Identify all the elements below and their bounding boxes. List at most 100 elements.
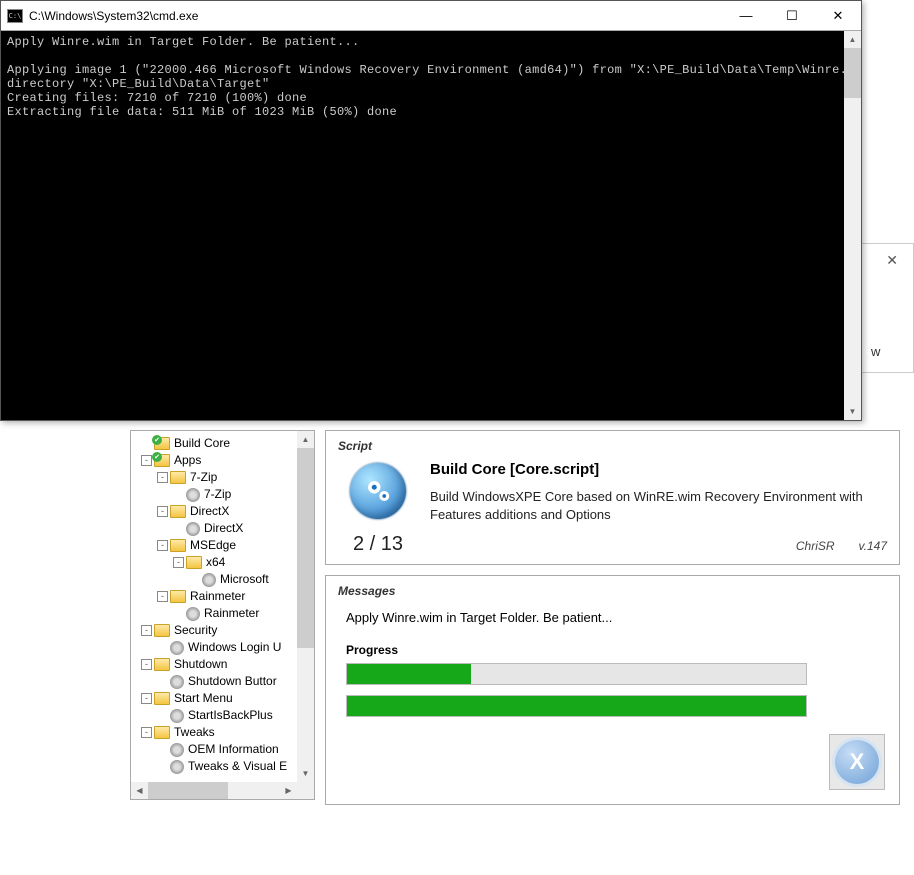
cmd-window: C:\ C:\Windows\System32\cmd.exe — ☐ ✕ Ap… [0, 0, 862, 421]
script-title: Build Core [Core.script] [430, 461, 887, 478]
tree-vscrollbar[interactable]: ▲ ▼ [297, 431, 314, 782]
tree-item[interactable]: -DirectX [133, 503, 312, 520]
folder-icon [154, 692, 170, 705]
tree-label: DirectX [204, 520, 243, 537]
scroll-up-icon[interactable]: ▲ [844, 31, 861, 48]
folder-icon [186, 556, 202, 569]
tree-label: Tweaks & Visual E [188, 758, 287, 775]
script-version: v.147 [859, 539, 887, 553]
tree-toggle[interactable]: - [157, 506, 168, 517]
scroll-thumb[interactable] [844, 48, 861, 98]
progress-label: Progress [346, 643, 887, 657]
tree-item[interactable]: - Security [133, 622, 312, 639]
builder-area: Build Core-Apps-7-Zip7-Zip-DirectXDirect… [130, 430, 900, 805]
gear-icon [170, 743, 184, 757]
folder-icon [170, 505, 186, 518]
tree-label: Windows Login U [188, 639, 281, 656]
background-window: ✕ w [860, 243, 914, 373]
terminal-icon: C:\ [7, 9, 23, 23]
tree-label: Start Menu [174, 690, 233, 707]
tree-label: Security [174, 622, 217, 639]
scroll-up-icon[interactable]: ▲ [297, 431, 314, 448]
scroll-right-icon[interactable]: ▶ [280, 782, 297, 799]
tree-toggle[interactable]: - [141, 659, 152, 670]
scroll-down-icon[interactable]: ▼ [844, 403, 861, 420]
tree-item[interactable]: 7-Zip [133, 486, 312, 503]
scroll-thumb[interactable] [297, 448, 314, 648]
cmd-title: C:\Windows\System32\cmd.exe [29, 9, 723, 23]
tree-label: Microsoft [220, 571, 269, 588]
tree-toggle[interactable]: - [141, 625, 152, 636]
gear-icon [186, 522, 200, 536]
tree-item[interactable]: - MSEdge [133, 537, 312, 554]
scroll-down-icon[interactable]: ▼ [297, 765, 314, 782]
tree-item[interactable]: -7-Zip [133, 469, 312, 486]
tree-label: Build Core [174, 435, 230, 452]
script-author: ChriSR [796, 539, 835, 553]
tree-item[interactable]: DirectX [133, 520, 312, 537]
folder-icon [170, 471, 186, 484]
tree-toggle[interactable]: - [157, 540, 168, 551]
tree-toggle[interactable]: - [157, 472, 168, 483]
cmd-titlebar[interactable]: C:\ C:\Windows\System32\cmd.exe — ☐ ✕ [1, 1, 861, 31]
bg-letter: w [871, 344, 880, 359]
tree-content[interactable]: Build Core-Apps-7-Zip7-Zip-DirectXDirect… [131, 431, 314, 799]
tree-item[interactable]: Tweaks & Visual E [133, 758, 312, 775]
messages-section-label: Messages [338, 584, 887, 598]
x-icon: X [850, 749, 865, 775]
tree-item[interactable]: Shutdown Buttor [133, 673, 312, 690]
tree-item[interactable]: StartIsBackPlus [133, 707, 312, 724]
folder-icon [154, 726, 170, 739]
minimize-button[interactable]: — [723, 1, 769, 30]
scroll-left-icon[interactable]: ◀ [131, 782, 148, 799]
tree-item[interactable]: Microsoft [133, 571, 312, 588]
folder-icon [154, 658, 170, 671]
maximize-button[interactable]: ☐ [769, 1, 815, 30]
script-section-label: Script [338, 439, 887, 453]
tree-item[interactable]: - Rainmeter [133, 588, 312, 605]
scroll-corner [297, 782, 314, 799]
script-card: Script 2 / 13 Build Core [Core.script] B… [325, 430, 900, 565]
stop-button[interactable]: X [829, 734, 885, 790]
gear-icon [170, 641, 184, 655]
tree-hscrollbar[interactable]: ◀ ▶ [131, 782, 297, 799]
tree-label: Shutdown [174, 656, 227, 673]
gear-icon [170, 760, 184, 774]
close-icon[interactable]: ✕ [886, 252, 898, 269]
tree-item[interactable]: Windows Login U [133, 639, 312, 656]
tree-label: StartIsBackPlus [188, 707, 273, 724]
tree-toggle[interactable]: - [141, 727, 152, 738]
cmd-scrollbar[interactable]: ▲ ▼ [844, 31, 861, 420]
tree-item[interactable]: -x64 [133, 554, 312, 571]
step-counter: 2 / 13 [353, 533, 403, 556]
cmd-output: Apply Winre.wim in Target Folder. Be pat… [1, 31, 844, 420]
folder-icon [154, 454, 170, 467]
close-button[interactable]: ✕ [815, 1, 861, 30]
tree-toggle[interactable]: - [173, 557, 184, 568]
tree-label: Tweaks [174, 724, 215, 741]
tree-panel: Build Core-Apps-7-Zip7-Zip-DirectXDirect… [130, 430, 315, 800]
scroll-thumb[interactable] [148, 782, 228, 799]
progress-bar-2 [346, 695, 807, 717]
gear-icon [186, 488, 200, 502]
script-description: Build WindowsXPE Core based on WinRE.wim… [430, 488, 887, 523]
tree-item[interactable]: -Apps [133, 452, 312, 469]
tree-item[interactable]: - Shutdown [133, 656, 312, 673]
tree-item[interactable]: - Start Menu [133, 690, 312, 707]
folder-icon [170, 590, 186, 603]
script-panel: Script 2 / 13 Build Core [Core.script] B… [325, 430, 900, 805]
tree-label: Shutdown Buttor [188, 673, 277, 690]
tree-toggle[interactable]: - [141, 455, 152, 466]
tree-toggle[interactable]: - [157, 591, 168, 602]
message-text: Apply Winre.wim in Target Folder. Be pat… [338, 604, 887, 639]
gear-icon [202, 573, 216, 587]
tree-item[interactable]: Rainmeter [133, 605, 312, 622]
folder-icon [154, 624, 170, 637]
tree-toggle[interactable]: - [141, 693, 152, 704]
messages-card: Messages Apply Winre.wim in Target Folde… [325, 575, 900, 805]
tree-item[interactable]: OEM Information [133, 741, 312, 758]
gear-icon [170, 709, 184, 723]
tree-item[interactable]: - Tweaks [133, 724, 312, 741]
tree-label: Rainmeter [190, 588, 245, 605]
tree-label: MSEdge [190, 537, 236, 554]
